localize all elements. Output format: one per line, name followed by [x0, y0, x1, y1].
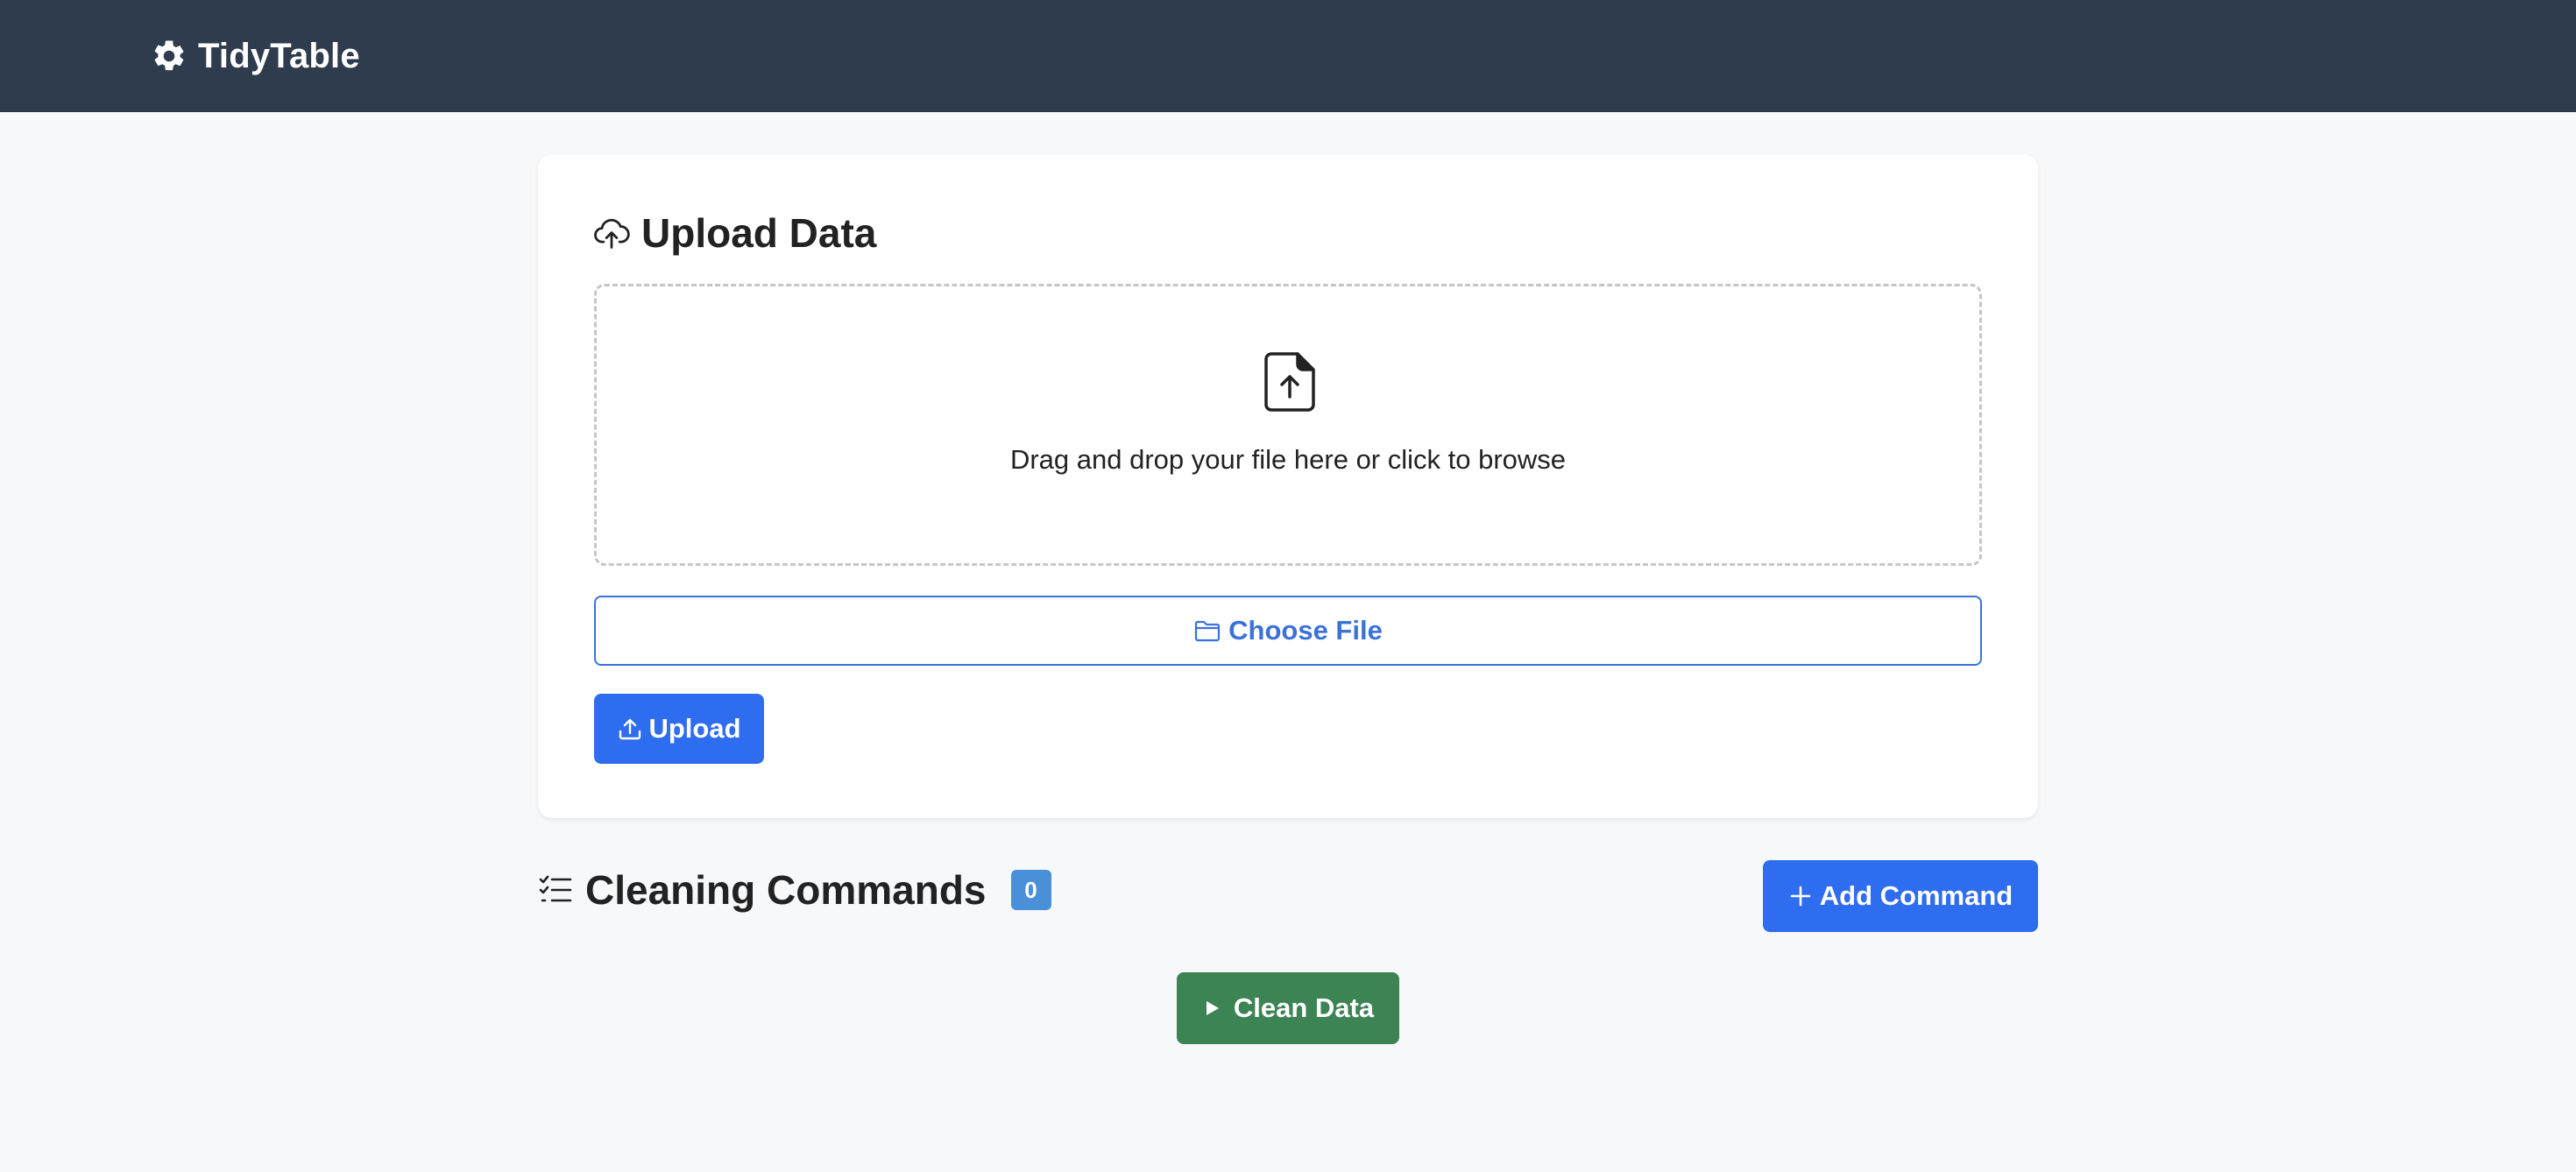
folder-icon: [1193, 618, 1221, 643]
upload-button[interactable]: Upload: [594, 694, 764, 764]
checklist-icon: [538, 872, 573, 907]
clean-data-label: Clean Data: [1233, 992, 1375, 1023]
upload-icon: [617, 716, 643, 742]
brand-name: TidyTable: [198, 36, 360, 75]
clean-data-button[interactable]: Clean Data: [1177, 972, 1399, 1044]
dropzone-instructions: Drag and drop your file here or click to…: [1009, 444, 1567, 475]
plus-icon: [1788, 884, 1813, 908]
upload-button-label: Upload: [648, 713, 741, 744]
top-navbar: TidyTable: [0, 0, 2576, 112]
file-dropzone[interactable]: Drag and drop your file here or click to…: [594, 284, 1982, 566]
file-upload-icon: [1263, 351, 1317, 413]
upload-card: Upload Data Drag and drop your file here…: [538, 154, 2038, 818]
upload-card-heading: Upload Data: [641, 210, 877, 256]
upload-card-title: Upload Data: [592, 205, 876, 261]
cleaning-commands-header: Cleaning Commands 0: [538, 858, 1051, 921]
play-icon: [1202, 999, 1221, 1018]
command-count-badge: 0: [1010, 870, 1051, 910]
gear-icon: [151, 38, 188, 74]
add-command-button[interactable]: Add Command: [1763, 860, 2038, 932]
choose-file-label: Choose File: [1228, 615, 1383, 646]
cleaning-commands-title: Cleaning Commands: [585, 867, 987, 913]
cloud-upload-icon: [592, 214, 631, 252]
add-command-label: Add Command: [1819, 880, 2013, 911]
brand-link[interactable]: TidyTable: [151, 32, 360, 81]
choose-file-button[interactable]: Choose File: [594, 596, 1982, 666]
